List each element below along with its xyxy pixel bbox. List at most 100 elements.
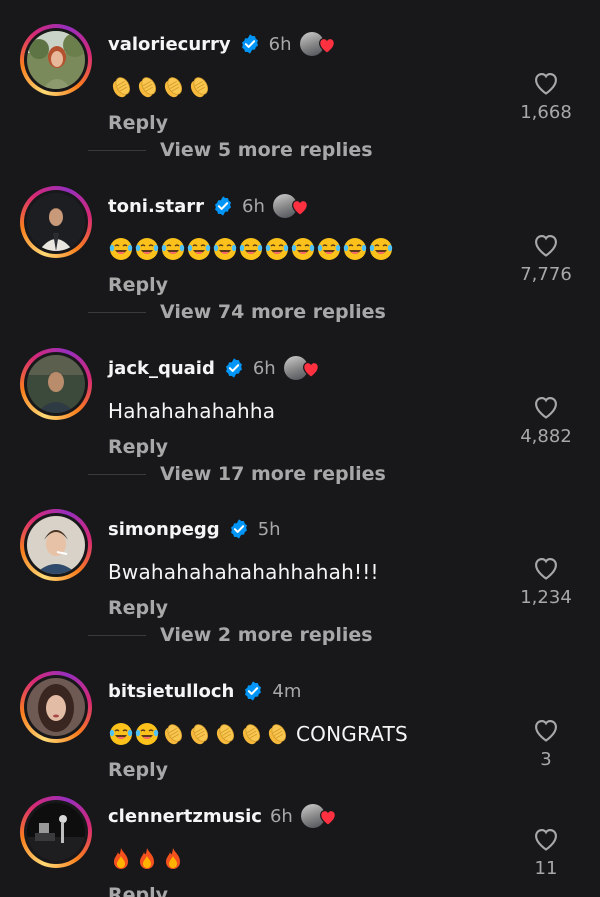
- timestamp: 6h: [268, 33, 292, 55]
- laughing-tears-emoji-icon: [187, 238, 211, 260]
- man-white-jacket-avatar-icon: [27, 193, 85, 251]
- clap-emoji-icon: [164, 77, 183, 98]
- avatar[interactable]: [27, 355, 85, 413]
- like-count: 1,668: [520, 102, 572, 123]
- comment-text: [108, 234, 394, 264]
- avatar[interactable]: [27, 516, 85, 574]
- view-replies-label: View 5 more replies: [160, 139, 373, 161]
- story-ring[interactable]: [20, 671, 92, 743]
- like-block: 1,234: [492, 555, 600, 608]
- laughing-tears-emoji-icon: [161, 238, 185, 260]
- like-count: 1,234: [520, 587, 572, 608]
- avatar[interactable]: [27, 803, 85, 861]
- reply-button[interactable]: Reply: [108, 112, 168, 134]
- story-ring[interactable]: [20, 509, 92, 581]
- verified-badge-icon: [225, 358, 242, 378]
- laughing-tears-emoji-icon: [239, 238, 263, 260]
- heart-outline-icon[interactable]: [532, 555, 560, 581]
- divider: [88, 149, 146, 151]
- like-block: 1,668: [492, 70, 600, 123]
- laughing-tears-emoji-icon: [291, 238, 315, 260]
- avatar[interactable]: [27, 31, 85, 89]
- heart-filled-icon: [318, 37, 335, 54]
- view-replies-button[interactable]: View 5 more replies: [88, 136, 373, 164]
- laughing-tears-emoji-icon: [317, 238, 341, 260]
- username[interactable]: clennertzmusic: [108, 806, 262, 827]
- clap-emoji-icon: [138, 77, 157, 98]
- divider: [88, 473, 146, 475]
- heart-filled-icon: [302, 361, 319, 378]
- laughing-tears-emoji-icon: [369, 238, 393, 260]
- view-replies-button[interactable]: View 74 more replies: [88, 298, 386, 326]
- like-count: 4,882: [520, 426, 572, 447]
- reply-button[interactable]: Reply: [108, 759, 168, 781]
- emoji-row: [108, 721, 290, 747]
- username[interactable]: jack_quaid: [108, 358, 215, 379]
- heart-filled-icon: [319, 809, 336, 826]
- username[interactable]: bitsietulloch: [108, 681, 234, 702]
- like-count: 7,776: [520, 264, 572, 285]
- view-replies-label: View 74 more replies: [160, 301, 386, 323]
- heart-outline-icon[interactable]: [532, 717, 560, 743]
- timestamp: 4m: [272, 680, 302, 702]
- view-replies-button[interactable]: View 2 more replies: [88, 621, 373, 649]
- comment-text: Bwahahahahahahhahah!!!: [108, 560, 379, 584]
- laughing-tears-emoji-icon: [109, 723, 133, 745]
- emoji-row: [108, 846, 186, 872]
- liked-by-creator-badge: [300, 803, 341, 829]
- clap-emoji-icon: [216, 724, 235, 745]
- view-replies-button[interactable]: View 17 more replies: [88, 460, 386, 488]
- comment-text: CONGRATS: [108, 719, 408, 749]
- comment-text: Hahahahahahha: [108, 399, 276, 423]
- fire-emoji-icon: [140, 848, 154, 869]
- clap-emoji-icon: [242, 724, 261, 745]
- verified-badge-icon: [245, 681, 262, 701]
- reply-button[interactable]: Reply: [108, 884, 168, 897]
- verified-badge-icon: [241, 34, 258, 54]
- story-ring[interactable]: [20, 796, 92, 868]
- reply-button[interactable]: Reply: [108, 274, 168, 296]
- divider: [88, 311, 146, 313]
- clap-emoji-icon: [268, 724, 287, 745]
- story-ring[interactable]: [20, 348, 92, 420]
- heart-outline-icon[interactable]: [532, 70, 560, 96]
- view-replies-label: View 17 more replies: [160, 463, 386, 485]
- like-block: 11: [492, 826, 600, 879]
- verified-badge-icon: [215, 196, 231, 216]
- like-block: 3: [492, 717, 600, 770]
- heart-outline-icon[interactable]: [532, 232, 560, 258]
- laughing-tears-emoji-icon: [265, 238, 289, 260]
- timestamp: 6h: [242, 195, 265, 217]
- reply-button[interactable]: Reply: [108, 436, 168, 458]
- fire-emoji-icon: [114, 848, 128, 869]
- man-cigarette-avatar-icon: [27, 516, 85, 574]
- liked-by-creator-badge: [272, 193, 313, 219]
- woman-outdoor-avatar-icon: [27, 31, 85, 89]
- laughing-tears-emoji-icon: [135, 723, 159, 745]
- emoji-row: [108, 236, 394, 262]
- username[interactable]: toni.starr: [108, 196, 204, 217]
- like-block: 7,776: [492, 232, 600, 285]
- story-ring[interactable]: [20, 24, 92, 96]
- laughing-tears-emoji-icon: [343, 238, 367, 260]
- heart-outline-icon[interactable]: [532, 394, 560, 420]
- comment-text-words: CONGRATS: [296, 722, 408, 746]
- username[interactable]: valoriecurry: [108, 34, 231, 55]
- avatar[interactable]: [27, 678, 85, 736]
- story-ring[interactable]: [20, 186, 92, 258]
- stage-piano-avatar-icon: [27, 803, 85, 861]
- username[interactable]: simonpegg: [108, 519, 220, 540]
- heart-outline-icon[interactable]: [532, 826, 560, 852]
- reply-button[interactable]: Reply: [108, 597, 168, 619]
- comments-list: valoriecurry 6h Reply 1,668 View 5 more …: [0, 0, 600, 897]
- verified-badge-icon: [230, 519, 247, 539]
- avatar[interactable]: [27, 193, 85, 251]
- comment-text: [108, 72, 212, 102]
- liked-by-creator-badge: [299, 31, 340, 57]
- like-block: 4,882: [492, 394, 600, 447]
- emoji-row: [108, 74, 212, 100]
- heart-filled-icon: [291, 199, 308, 216]
- like-count: 11: [534, 858, 558, 879]
- clap-emoji-icon: [190, 77, 209, 98]
- woman-portrait-avatar-icon: [27, 678, 85, 736]
